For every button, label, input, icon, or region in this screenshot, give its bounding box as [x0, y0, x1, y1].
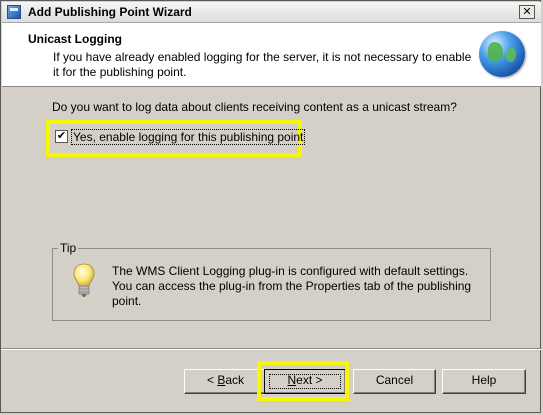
wizard-window: Add Publishing Point Wizard ✕ Unicast Lo… [0, 0, 542, 413]
app-icon [7, 5, 21, 19]
enable-logging-checkbox[interactable]: ✔ [55, 130, 68, 143]
title-bar: Add Publishing Point Wizard ✕ [2, 2, 541, 23]
page-subtitle: If you have already enabled logging for … [53, 50, 472, 79]
help-button[interactable]: Help [442, 369, 526, 394]
wizard-header: Unicast Logging If you have already enab… [2, 23, 541, 87]
cancel-button[interactable]: Cancel [353, 369, 436, 394]
page-title: Unicast Logging [28, 32, 122, 46]
next-highlight [257, 361, 349, 401]
window-title: Add Publishing Point Wizard [28, 5, 192, 19]
globe-icon [479, 31, 525, 77]
logging-question: Do you want to log data about clients re… [52, 100, 457, 114]
close-button[interactable]: ✕ [519, 5, 535, 19]
button-separator [1, 348, 542, 350]
lightbulb-icon [73, 263, 95, 297]
tip-text: The WMS Client Logging plug-in is config… [112, 264, 472, 308]
enable-logging-label[interactable]: Yes, enable logging for this publishing … [71, 129, 306, 145]
back-button[interactable]: < Back [184, 369, 267, 394]
tip-legend: Tip [58, 241, 79, 255]
